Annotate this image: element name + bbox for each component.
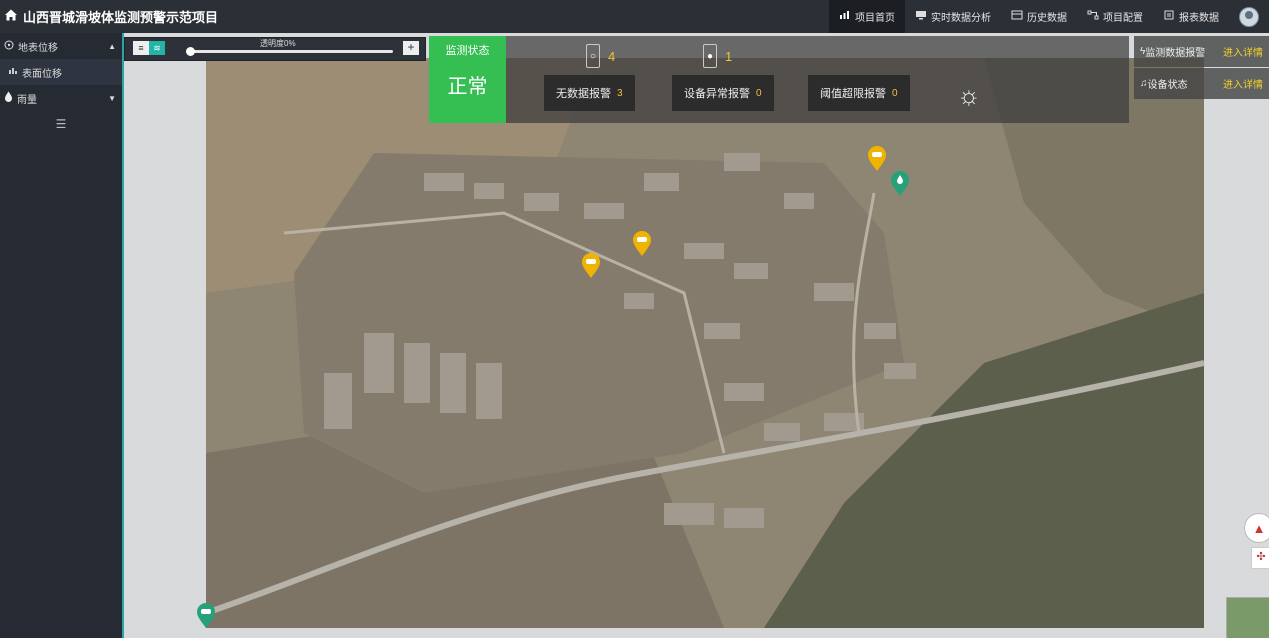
sidebar-item-label: 表面位移 xyxy=(22,68,62,80)
sensor-pin-2[interactable] xyxy=(632,231,652,257)
brand: 山西晋城滑坡体监测预警示范项目 xyxy=(4,7,218,26)
sensor-icon: ○ xyxy=(586,44,600,68)
home-icon[interactable] xyxy=(4,8,18,25)
sidebar-item-surface-displacement[interactable]: 表面位移 xyxy=(0,59,122,85)
rain-gauge-pin[interactable] xyxy=(890,171,910,197)
opacity-control: ≡ ≋ 透明度0% + xyxy=(124,37,426,61)
sensor-count-value: 4 xyxy=(608,48,616,64)
sidebar-collapse-button[interactable]: ☰ xyxy=(0,117,122,131)
caret-down-icon: ▼ xyxy=(108,93,116,103)
database-icon xyxy=(1011,10,1023,23)
sidebar-item-surface-displacement-group[interactable]: 地表位移 ▲ xyxy=(0,33,122,59)
raindrop-icon: ● xyxy=(703,44,717,68)
caret-up-icon: ▲ xyxy=(108,41,116,51)
layer-switch: ≡ ≋ xyxy=(133,41,165,55)
compass-icon[interactable]: ▲ xyxy=(1244,513,1269,543)
monitor-alarm-detail-link[interactable]: 进入详情 xyxy=(1223,44,1263,59)
app-title: 山西晋城滑坡体监测预警示范项目 xyxy=(23,10,219,25)
sensor-pin-4[interactable] xyxy=(196,603,216,629)
alarm-count: 3 xyxy=(617,87,623,99)
alarm-count: 0 xyxy=(892,87,898,99)
layers-icon: ≋ xyxy=(153,42,161,53)
map-view[interactable]: ≡ ≋ 透明度0% + 监测状态 正常 ○ 4 ● 1 无数据报警 3 设备异常… xyxy=(124,33,1269,638)
sensor-pin-3[interactable] xyxy=(867,146,887,172)
row-label: 设备状态 xyxy=(1147,80,1188,91)
nav-realtime-analysis[interactable]: 实时数据分析 xyxy=(905,0,1001,33)
avatar[interactable] xyxy=(1239,6,1259,27)
device-error-alarm-button[interactable]: 设备异常报警 0 xyxy=(672,75,774,111)
sidebar-item-label: 地表位移 xyxy=(18,42,58,54)
sun-icon: ☼ xyxy=(957,80,981,110)
monitor-status-box: 监测状态 正常 xyxy=(429,36,506,123)
nav-reports[interactable]: 报表数据 xyxy=(1153,0,1229,33)
status-value: 正常 xyxy=(447,74,488,98)
report-icon xyxy=(1163,10,1175,23)
device-status-detail-link[interactable]: 进入详情 xyxy=(1223,76,1263,91)
raindrop-icon xyxy=(4,91,13,105)
device-status-row: ♫ 设备状态 进入详情 xyxy=(1134,68,1269,99)
list-icon: ≡ xyxy=(138,43,144,53)
sidebar-item-label: 雨量 xyxy=(17,94,37,106)
sidebar: 地表位移 ▲ 表面位移 雨量 ▼ ☰ xyxy=(0,33,124,638)
right-panel: ϟ 监测数据报警 进入详情 ♫ 设备状态 进入详情 xyxy=(1134,36,1269,99)
alarm-label: 无数据报警 xyxy=(556,88,611,100)
opacity-slider-handle[interactable] xyxy=(186,47,195,56)
locate-icon[interactable]: ✣ xyxy=(1251,547,1269,569)
config-icon xyxy=(1087,10,1099,23)
nav-label: 历史数据 xyxy=(1027,13,1067,24)
no-data-alarm-button[interactable]: 无数据报警 3 xyxy=(544,75,635,111)
sensor-pin-1[interactable] xyxy=(581,253,601,279)
nav-label: 实时数据分析 xyxy=(931,13,991,24)
bar-chart-icon xyxy=(8,66,18,78)
top-bar: 山西晋城滑坡体监测预警示范项目 项目首页 实时数据分析 历史数据 项目配置 报表… xyxy=(0,0,1269,33)
sensor-count: ○ 4 xyxy=(586,44,615,68)
target-icon xyxy=(4,40,14,53)
monitor-status-panel: 监测状态 正常 ○ 4 ● 1 无数据报警 3 设备异常报警 0 阈值超限报警 … xyxy=(429,36,1129,123)
sidebar-item-rainfall[interactable]: 雨量 ▼ xyxy=(0,85,122,111)
rain-gauge-count-value: 1 xyxy=(725,48,733,64)
opacity-slider[interactable] xyxy=(186,47,393,56)
nav-label: 项目首页 xyxy=(855,13,895,24)
minimap[interactable] xyxy=(1226,597,1269,638)
alarm-label: 阈值超限报警 xyxy=(820,88,886,100)
monitor-alarm-row: ϟ 监测数据报警 进入详情 xyxy=(1134,36,1269,67)
main-nav: 项目首页 实时数据分析 历史数据 项目配置 报表数据 xyxy=(829,0,1269,33)
monitor-icon xyxy=(915,10,927,23)
satellite-map[interactable] xyxy=(124,33,1269,638)
status-title: 监测状态 xyxy=(445,44,490,57)
nav-label: 项目配置 xyxy=(1103,13,1143,24)
bell-icon: ♫ xyxy=(1140,78,1148,89)
opacity-label: 透明度0% xyxy=(260,39,296,48)
alarm-label: 设备异常报警 xyxy=(684,88,750,100)
nav-project-home[interactable]: 项目首页 xyxy=(829,0,905,33)
user-menu[interactable] xyxy=(1229,0,1269,33)
chart-icon xyxy=(839,10,851,23)
nav-config[interactable]: 项目配置 xyxy=(1077,0,1153,33)
menu-toggle-icon: ☰ xyxy=(55,117,67,131)
rain-gauge-count: ● 1 xyxy=(703,44,732,68)
threshold-alarm-button[interactable]: 阈值超限报警 0 xyxy=(808,75,910,111)
alarm-count: 0 xyxy=(756,87,762,99)
layer-list-button[interactable]: ≡ xyxy=(133,41,149,55)
nav-history[interactable]: 历史数据 xyxy=(1001,0,1077,33)
nav-label: 报表数据 xyxy=(1179,13,1219,24)
opacity-increase-button[interactable]: + xyxy=(403,41,419,55)
row-label: 监测数据报警 xyxy=(1145,48,1206,59)
layer-stack-button[interactable]: ≋ xyxy=(149,41,165,55)
